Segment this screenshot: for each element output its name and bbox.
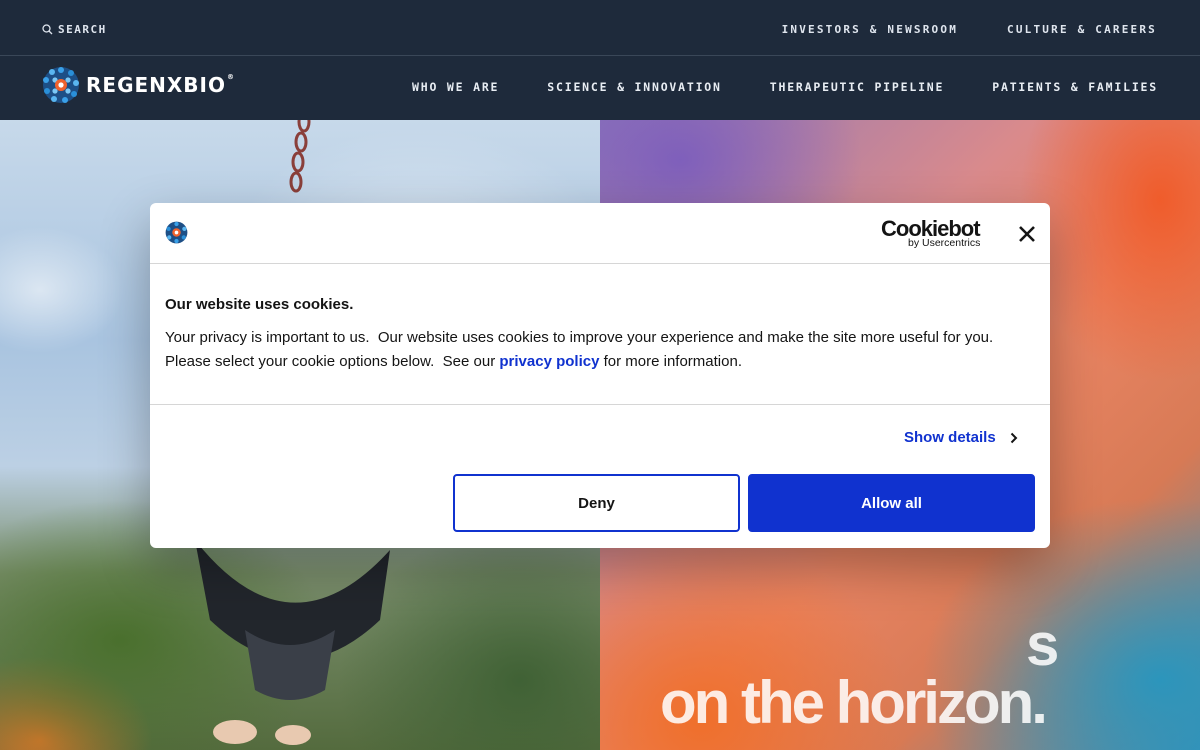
dialog-body: Our website uses cookies. Your privacy i…: [165, 296, 1035, 374]
deny-button[interactable]: Deny: [453, 474, 740, 532]
dialog-header: Cookiebot by Usercentrics: [150, 203, 1050, 264]
hero-headline-line-2: on the horizon.: [660, 669, 1048, 736]
dialog-title: Our website uses cookies.: [165, 296, 354, 313]
cookie-consent-dialog: Cookiebot by Usercentrics Our website us…: [150, 203, 1050, 548]
allow-all-button[interactable]: Allow all: [748, 474, 1035, 532]
close-icon[interactable]: [1016, 223, 1038, 245]
utility-link-investors[interactable]: INVESTORS & NEWSROOM: [782, 23, 958, 36]
regenxbio-logo-icon: [165, 221, 188, 244]
cookiebot-brand: Cookiebot by Usercentrics: [881, 216, 985, 250]
utility-link-careers[interactable]: CULTURE & CAREERS: [1007, 23, 1157, 36]
dialog-message: Your privacy is important to us. Our web…: [165, 329, 1002, 370]
main-nav: REGENXBIO® WHO WE ARE SCIENCE & INNOVATI…: [0, 56, 1200, 120]
chevron-right-icon: [1010, 432, 1018, 443]
regenxbio-logo-icon: [43, 67, 79, 103]
nav-who-we-are[interactable]: WHO WE ARE: [412, 80, 499, 94]
utility-bar: SEARCH INVESTORS & NEWSROOM CULTURE & CA…: [0, 0, 1200, 56]
search-link[interactable]: SEARCH: [42, 23, 107, 36]
utility-links: INVESTORS & NEWSROOM CULTURE & CAREERS: [782, 23, 1157, 36]
site-logo[interactable]: REGENXBIO®: [42, 66, 235, 104]
nav-therapeutic-pipeline[interactable]: THERAPEUTIC PIPELINE: [770, 80, 944, 94]
nav-science-innovation[interactable]: SCIENCE & INNOVATION: [547, 80, 721, 94]
primary-nav-links: WHO WE ARE SCIENCE & INNOVATION THERAPEU…: [412, 80, 1158, 94]
swing-chain: [289, 120, 311, 193]
search-icon: [42, 24, 53, 35]
dialog-divider: [150, 404, 1050, 405]
show-details-link[interactable]: Show details: [904, 429, 1018, 446]
cookiebot-byline: by Usercentrics: [908, 237, 981, 249]
nav-patients-families[interactable]: PATIENTS & FAMILIES: [992, 80, 1158, 94]
show-details-label: Show details: [904, 429, 996, 446]
search-label: SEARCH: [58, 23, 107, 36]
privacy-policy-link[interactable]: privacy policy: [499, 353, 599, 370]
logo-text: REGENXBIO®: [86, 73, 235, 97]
